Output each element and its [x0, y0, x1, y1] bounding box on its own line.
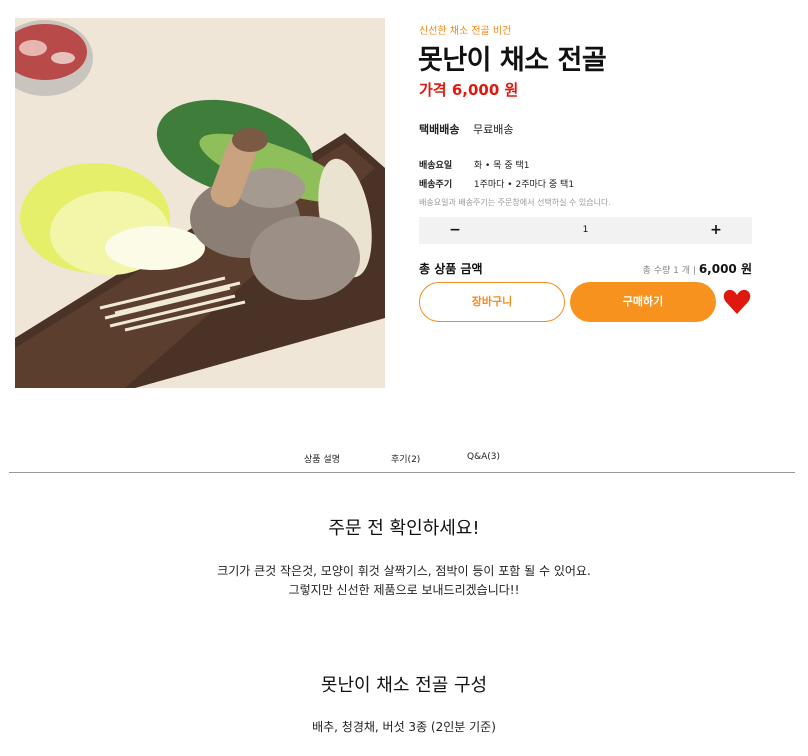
quantity-decrease-button[interactable]: −	[419, 217, 491, 244]
product-price: 가격 6,000 원	[419, 81, 519, 99]
total-summary: 총 수량 1 개 | 6,000 원	[643, 260, 752, 277]
delivery-day-value: 화 • 목 중 택1	[473, 161, 530, 171]
composition-text: 배추, 청경채, 버섯 3종 (2인분 기준)	[312, 720, 496, 734]
product-tabs: 상품 설명 후기(2) Q&A(3)	[0, 452, 808, 472]
total-count: 총 수량 1 개 |	[642, 266, 696, 276]
delivery-note: 배송요일과 배송주기는 주문창에서 선택하실 수 있습니다.	[419, 198, 611, 207]
wishlist-heart-icon[interactable]	[723, 289, 751, 315]
delivery-cycle-label: 배송주기	[419, 180, 453, 190]
tab-qna[interactable]: Q&A(3)	[467, 452, 500, 462]
tab-reviews[interactable]: 후기(2)	[391, 452, 420, 465]
total-price-label: 총 상품 금액	[419, 262, 483, 276]
product-image	[15, 18, 385, 388]
notice-line-1: 크기가 큰것 작은것, 모양이 휘것 살짝기스, 점박이 등이 포함 될 수 있…	[217, 564, 591, 578]
quantity-stepper: − 1 +	[419, 217, 752, 244]
delivery-day-label: 배송요일	[419, 161, 453, 171]
notice-line-2: 그렇지만 신선한 제품으로 보내드리겠습니다!!	[288, 583, 520, 597]
notice-text: 크기가 큰것 작은것, 모양이 휘것 살짝기스, 점박이 등이 포함 될 수 있…	[0, 562, 808, 600]
quantity-increase-button[interactable]: +	[680, 217, 752, 244]
tab-divider	[9, 472, 795, 473]
tab-description[interactable]: 상품 설명	[304, 452, 340, 465]
delivery-label: 택배배송	[419, 123, 460, 136]
total-amount: 6,000 원	[698, 262, 752, 276]
delivery-info: 택배배송 무료배송	[419, 121, 513, 137]
add-to-cart-button[interactable]: 장바구니	[419, 282, 565, 322]
composition-heading: 못난이 채소 전골 구성	[320, 675, 488, 696]
delivery-cycle-row: 배송주기 1주마다 • 2주마다 중 택1	[419, 177, 574, 190]
product-title: 못난이 채소 전골	[418, 45, 607, 76]
notice-heading: 주문 전 확인하세요!	[328, 518, 480, 539]
delivery-cycle-value: 1주마다 • 2주마다 중 택1	[473, 180, 575, 190]
delivery-value: 무료배송	[472, 123, 514, 136]
buy-now-button[interactable]: 구매하기	[570, 282, 716, 322]
quantity-value[interactable]: 1	[491, 217, 680, 244]
delivery-day-row: 배송요일 화 • 목 중 택1	[419, 158, 529, 171]
product-tagline: 신선한 채소 전골 비건	[419, 26, 512, 37]
